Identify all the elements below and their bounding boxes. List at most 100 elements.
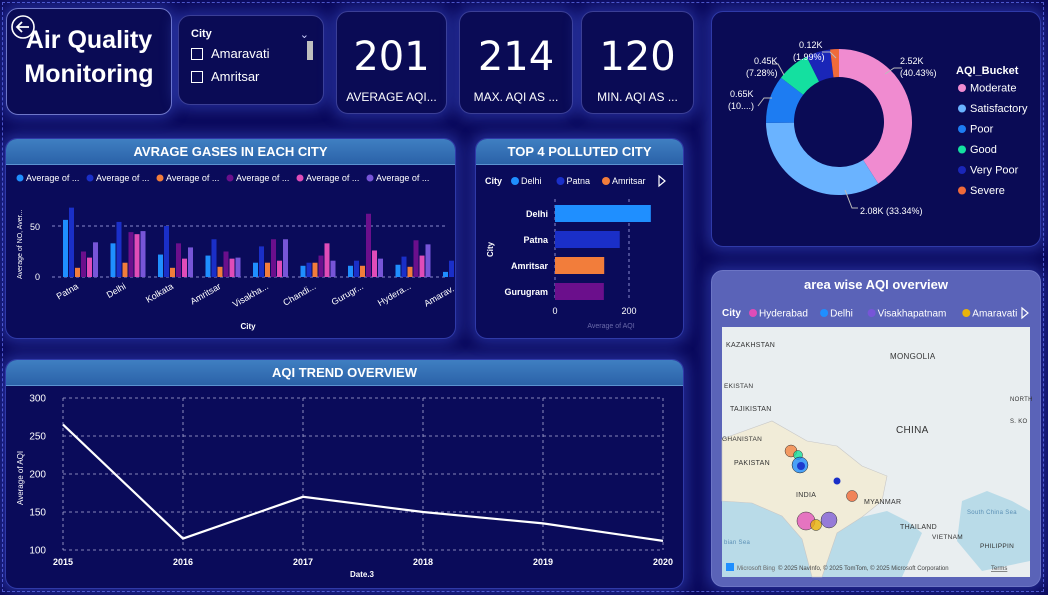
donut-slice-satisfactory[interactable] [766, 122, 879, 195]
gases-bar[interactable] [205, 255, 211, 277]
gases-bar[interactable] [235, 257, 241, 277]
gases-bar[interactable] [128, 232, 134, 277]
map-visual[interactable]: City Hyderabad Delhi Visakhapatnam Amaravat… [712, 271, 1041, 587]
gases-bar[interactable] [87, 257, 92, 277]
top4-legend-item[interactable]: Delhi [521, 176, 542, 186]
map-region-label: CHINA [896, 425, 929, 436]
donut-legend-item[interactable]: Poor [970, 124, 994, 136]
gases-bar[interactable] [401, 256, 407, 277]
gases-bar[interactable] [283, 239, 288, 277]
map-legend-item[interactable]: Amaravati [972, 309, 1017, 320]
gases-bar[interactable] [63, 219, 68, 277]
play-icon[interactable] [658, 174, 666, 188]
gases-bar[interactable] [81, 251, 86, 278]
gases-bar[interactable] [259, 246, 264, 277]
donut-legend-item[interactable]: Very Poor [970, 165, 1019, 177]
gases-bar[interactable] [300, 265, 306, 277]
gases-bar[interactable] [265, 262, 270, 277]
gases-bar[interactable] [188, 247, 193, 277]
slicer-item-amritsar[interactable]: Amritsar [191, 69, 259, 84]
donut-legend-item[interactable]: Moderate [970, 83, 1016, 95]
gases-bar[interactable] [449, 260, 454, 277]
gases-bar[interactable] [271, 239, 276, 277]
bubble-kolkata[interactable] [846, 490, 858, 502]
gases-bar[interactable] [176, 243, 181, 277]
gases-bar[interactable] [360, 265, 365, 277]
gases-bar[interactable] [443, 271, 448, 277]
gases-bar[interactable] [318, 255, 324, 277]
gases-bar[interactable] [312, 262, 318, 277]
donut-legend-item[interactable]: Good [970, 144, 997, 156]
gases-bar[interactable] [140, 231, 146, 277]
gases-bar[interactable] [354, 260, 359, 277]
gases-bar[interactable] [372, 250, 377, 277]
aqi-trend-line-chart[interactable]: Average of AQI Date.3 300 250 200 150 100 20… [6, 360, 684, 589]
gases-bar[interactable] [75, 267, 80, 277]
slicer-scrollbar[interactable] [307, 41, 313, 60]
top4-legend-item[interactable]: Patna [567, 176, 591, 186]
map-legend-item[interactable]: Delhi [830, 309, 853, 320]
gases-bar[interactable] [455, 261, 456, 277]
donut-legend-item[interactable]: Satisfactory [970, 103, 1028, 115]
gases-bar[interactable] [164, 226, 169, 277]
checkbox[interactable] [191, 47, 203, 60]
gases-bar[interactable] [217, 266, 223, 277]
play-icon[interactable] [1021, 306, 1029, 320]
top4-bar-chart[interactable]: City Delhi Patna Amritsar City Delhi Patna A… [476, 139, 684, 339]
map-legend-item[interactable]: Hyderabad [759, 309, 808, 320]
gases-bar-chart[interactable]: Average of ... Average of ... Average of .… [6, 139, 456, 339]
gases-bar[interactable] [122, 262, 128, 277]
trend-series-line [62, 423, 664, 542]
gases-legend-item[interactable]: Average of ... [166, 173, 219, 183]
gases-bar[interactable] [366, 213, 371, 277]
gases-bar[interactable] [413, 240, 419, 277]
gases-bar[interactable] [348, 265, 353, 277]
donut-legend-item[interactable]: Severe [970, 185, 1005, 197]
top4-bar[interactable] [555, 205, 651, 222]
gases-bar[interactable] [277, 260, 282, 277]
gases-bar[interactable] [223, 251, 229, 278]
gases-bar[interactable] [182, 258, 187, 277]
gases-bar[interactable] [306, 262, 312, 277]
top4-bar[interactable] [555, 283, 604, 300]
bubble-patna[interactable] [833, 477, 841, 485]
gases-bar[interactable] [69, 207, 74, 277]
trend-xtick: 2017 [293, 557, 313, 567]
map-terms-link[interactable]: Terms [991, 566, 1007, 572]
gases-bar[interactable] [395, 264, 401, 277]
gases-legend-item[interactable]: Average of ... [96, 173, 149, 183]
gases-bar[interactable] [110, 243, 116, 277]
gases-bar[interactable] [134, 234, 140, 277]
slicer-item-amaravati[interactable]: Amaravati [191, 46, 270, 61]
gases-bar[interactable] [93, 242, 98, 277]
top4-bar[interactable] [555, 257, 605, 274]
donut-chart[interactable]: 2.52K (40.43%) 2.08K (33.34%) 0.65K (10.… [712, 12, 1041, 247]
gases-bar[interactable] [425, 244, 431, 277]
gases-bar[interactable] [378, 258, 383, 277]
gases-bar[interactable] [229, 258, 235, 277]
gases-bar[interactable] [324, 243, 330, 277]
bubble-amaravati[interactable] [810, 519, 822, 531]
chevron-down-icon[interactable]: ⌄ [300, 28, 309, 41]
gases-bar[interactable] [116, 221, 122, 277]
gases-bar[interactable] [253, 262, 258, 277]
gases-legend-item[interactable]: Average of ... [236, 173, 289, 183]
gases-bar[interactable] [158, 254, 163, 277]
top4-category-label: Delhi [526, 209, 548, 219]
gases-bar[interactable] [419, 255, 425, 277]
gases-bar[interactable] [407, 266, 413, 277]
bubble-visakhapatnam[interactable] [820, 511, 838, 529]
gases-bar[interactable] [330, 260, 336, 277]
gases-bar[interactable] [211, 239, 217, 277]
city-slicer[interactable]: City ⌄ Amaravati Amritsar [178, 15, 324, 105]
map-region-label: TAJIKISTAN [730, 406, 772, 413]
gases-legend-item[interactable]: Average of ... [376, 173, 429, 183]
gases-legend-item[interactable]: Average of ... [26, 173, 79, 183]
top4-bar[interactable] [555, 231, 620, 248]
bubble-gurugram[interactable] [797, 462, 805, 470]
map-legend-item[interactable]: Visakhapatnam [878, 309, 947, 320]
top4-legend-item[interactable]: Amritsar [612, 176, 646, 186]
checkbox[interactable] [191, 70, 203, 83]
gases-bar[interactable] [170, 267, 175, 277]
gases-legend-item[interactable]: Average of ... [306, 173, 359, 183]
